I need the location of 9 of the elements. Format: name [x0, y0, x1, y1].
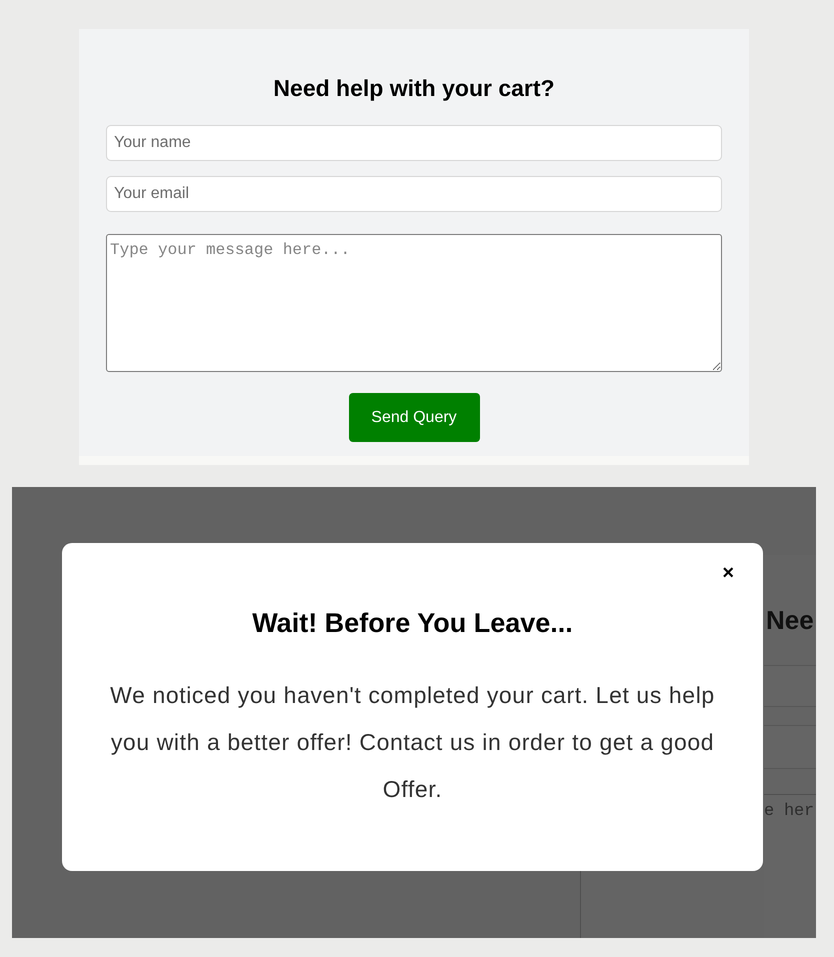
form-title: Need help with your cart?: [273, 74, 555, 102]
modal-message: We noticed you haven't completed your cart. Let us help you with a better offer! Contact us in order to get a good Offer.: [109, 681, 716, 804]
text-field[interactable]: Your name: [106, 125, 722, 161]
form-title: Nee: [766, 605, 814, 635]
message-field[interactable]: Type your message here...: [106, 234, 722, 372]
send-query-button[interactable]: Send Query: [348, 393, 480, 442]
modal-title: Wait! Before You Leave...: [252, 607, 573, 639]
text-field[interactable]: Your email: [106, 176, 722, 212]
close-button[interactable]: ×: [722, 563, 734, 583]
